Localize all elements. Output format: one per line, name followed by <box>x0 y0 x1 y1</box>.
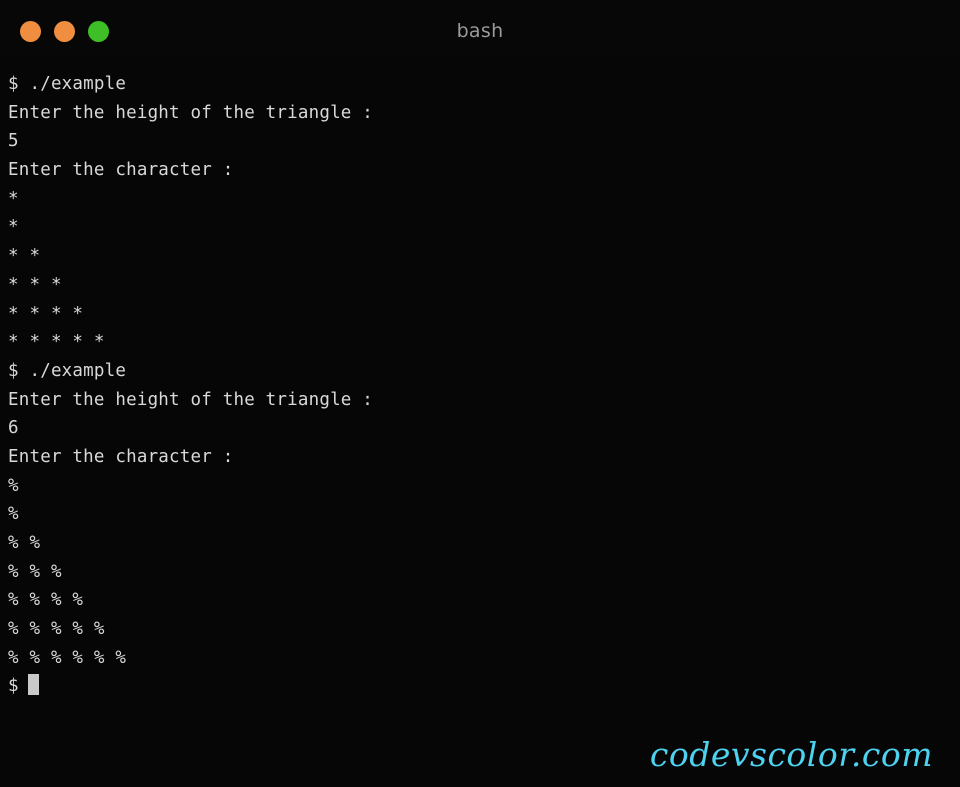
terminal-line: * <box>8 217 19 238</box>
window-title: bash <box>456 20 504 42</box>
terminal-line: Enter the character : <box>8 160 234 181</box>
terminal-line: % % % <box>8 561 62 582</box>
terminal-line: 6 <box>8 418 19 439</box>
terminal-line: % % % % % % <box>8 647 127 668</box>
terminal-line: $ ./example <box>8 74 127 94</box>
terminal-line: Enter the height of the triangle : <box>8 102 374 123</box>
terminal-line: * * * * * <box>8 332 105 353</box>
terminal-line: Enter the character : <box>8 446 234 467</box>
terminal-line: % <box>8 504 19 525</box>
prompt-symbol: $ <box>8 676 19 697</box>
terminal-line: % <box>8 475 19 496</box>
terminal-screen[interactable]: $ ./example Enter the height of the tria… <box>0 62 960 787</box>
terminal-line: * * * * <box>8 303 84 324</box>
terminal-prompt-line: $ <box>8 672 960 701</box>
terminal-line: % % % % <box>8 590 84 611</box>
terminal-line: % % % % % <box>8 619 105 640</box>
terminal-window: bash $ ./example Enter the height of the… <box>0 0 960 787</box>
terminal-line: * <box>8 188 19 209</box>
terminal-line: 5 <box>8 131 19 152</box>
terminal-line: * * * <box>8 274 62 295</box>
terminal-line: $ ./example <box>8 360 127 381</box>
terminal-line: * * <box>8 246 41 267</box>
terminal-line: % % <box>8 533 41 553</box>
title-bar: bash <box>0 0 960 62</box>
site-watermark: codevscolor.com <box>649 735 933 774</box>
text-cursor <box>27 674 39 696</box>
terminal-line: Enter the height of the triangle : <box>8 389 374 410</box>
